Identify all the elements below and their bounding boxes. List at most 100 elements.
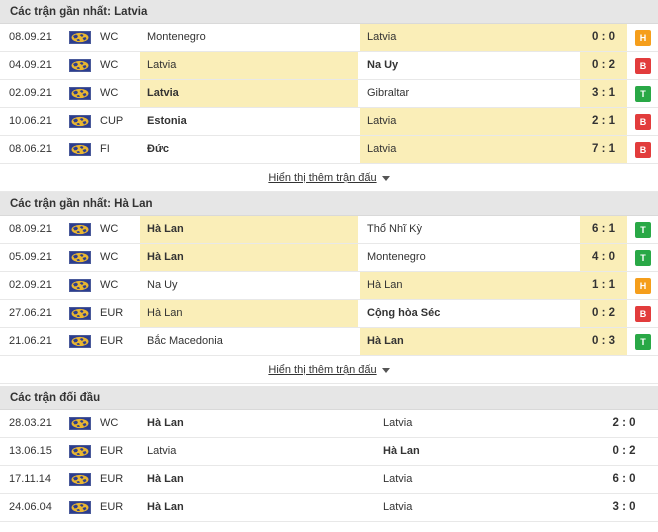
away-team[interactable]: Na Uy [360, 52, 580, 79]
match-date: 21.06.21 [9, 335, 52, 347]
home-team[interactable]: Latvia [140, 52, 358, 79]
competition-code: EUR [100, 473, 124, 485]
away-team[interactable]: Latvia [376, 410, 594, 437]
result-badge: B [635, 114, 651, 130]
caret-down-icon[interactable] [381, 367, 390, 373]
result-badge: T [635, 86, 651, 102]
away-team[interactable]: Gibraltar [360, 80, 580, 107]
result-badge: T [635, 222, 651, 238]
match-score: 4 : 0 [580, 244, 627, 271]
away-team[interactable]: Hà Lan [360, 328, 580, 355]
world-flag-icon [69, 417, 91, 430]
match-date: 17.11.14 [9, 473, 52, 485]
competition-code: WC [100, 251, 119, 263]
home-team[interactable]: Estonia [140, 108, 358, 135]
competition-code: EUR [100, 445, 124, 457]
world-flag-icon [69, 279, 91, 292]
match-date: 10.06.21 [9, 115, 52, 127]
section-title: Các trận gần nhất: Latvia [0, 0, 658, 24]
match-score: 0 : 3 [580, 328, 627, 355]
match-row[interactable]: 04.09.21 WC Latvia Na Uy 0 : 2 B [0, 52, 658, 80]
show-more-link[interactable]: Hiển thị thêm trận đấu [268, 364, 376, 376]
section-title: Các trận đối đầu [0, 386, 658, 410]
match-row[interactable]: 02.09.21 WC Latvia Gibraltar 3 : 1 T [0, 80, 658, 108]
away-team[interactable]: Hà Lan [360, 272, 580, 299]
away-team[interactable]: Thổ Nhĩ Kỳ [360, 216, 580, 243]
match-date: 08.06.21 [9, 143, 52, 155]
world-flag-icon [69, 223, 91, 236]
match-history-panel: Các trận gần nhất: Latvia 08.09.21 WC Monte… [0, 0, 658, 522]
result-badge: H [635, 278, 651, 294]
result-badge: B [635, 306, 651, 322]
home-team[interactable]: Hà Lan [140, 466, 374, 493]
match-row[interactable]: 17.11.14 EUR Hà Lan Latvia 6 : 0 [0, 466, 658, 494]
result-badge: T [635, 334, 651, 350]
away-team[interactable]: Latvia [360, 24, 580, 51]
match-score: 3 : 1 [580, 80, 627, 107]
match-date: 02.09.21 [9, 87, 52, 99]
show-more-row: Hiển thị thêm trận đấu [0, 164, 658, 192]
home-team[interactable]: Hà Lan [140, 300, 358, 327]
world-flag-icon [69, 473, 91, 486]
home-team[interactable]: Hà Lan [140, 494, 374, 521]
away-team[interactable]: Montenegro [360, 244, 580, 271]
world-flag-icon [69, 31, 91, 44]
world-flag-icon [69, 115, 91, 128]
competition-code: WC [100, 223, 119, 235]
home-team[interactable]: Montenegro [140, 24, 358, 51]
home-team[interactable]: Hà Lan [140, 410, 374, 437]
world-flag-icon [69, 59, 91, 72]
match-row[interactable]: 08.06.21 FI Đức Latvia 7 : 1 B [0, 136, 658, 164]
show-more-row: Hiển thị thêm trận đấu [0, 356, 658, 384]
match-score: 2 : 0 [612, 417, 636, 429]
away-team[interactable]: Hà Lan [376, 438, 594, 465]
match-score: 3 : 0 [612, 501, 636, 513]
match-row[interactable]: 10.06.21 CUP Estonia Latvia 2 : 1 B [0, 108, 658, 136]
match-score: 1 : 1 [580, 272, 627, 299]
match-row[interactable]: 24.06.04 EUR Hà Lan Latvia 3 : 0 [0, 494, 658, 522]
section-title: Các trận gần nhất: Hà Lan [0, 192, 658, 216]
match-date: 27.06.21 [9, 307, 52, 319]
match-row[interactable]: 27.06.21 EUR Hà Lan Cộng hòa Séc 0 : 2 B [0, 300, 658, 328]
competition-code: EUR [100, 307, 124, 319]
result-badge: B [635, 142, 651, 158]
home-team[interactable]: Hà Lan [140, 244, 358, 271]
match-date: 02.09.21 [9, 279, 52, 291]
home-team[interactable]: Đức [140, 136, 358, 163]
match-date: 28.03.21 [9, 417, 52, 429]
match-row[interactable]: 08.09.21 WC Montenegro Latvia 0 : 0 H [0, 24, 658, 52]
show-more-link[interactable]: Hiển thị thêm trận đấu [268, 172, 376, 184]
world-flag-icon [69, 251, 91, 264]
home-team[interactable]: Latvia [140, 438, 374, 465]
away-team[interactable]: Latvia [360, 136, 580, 163]
home-team[interactable]: Latvia [140, 80, 358, 107]
match-row[interactable]: 05.09.21 WC Hà Lan Montenegro 4 : 0 T [0, 244, 658, 272]
match-row[interactable]: 08.09.21 WC Hà Lan Thổ Nhĩ Kỳ 6 : 1 T [0, 216, 658, 244]
match-row[interactable]: 28.03.21 WC Hà Lan Latvia 2 : 0 [0, 410, 658, 438]
competition-code: WC [100, 417, 119, 429]
away-team[interactable]: Latvia [376, 494, 594, 521]
away-team[interactable]: Latvia [360, 108, 580, 135]
home-team[interactable]: Na Uy [140, 272, 358, 299]
match-row[interactable]: 13.06.15 EUR Latvia Hà Lan 0 : 2 [0, 438, 658, 466]
home-team[interactable]: Hà Lan [140, 216, 358, 243]
match-score: 0 : 2 [580, 52, 627, 79]
match-date: 04.09.21 [9, 59, 52, 71]
away-team[interactable]: Cộng hòa Séc [360, 300, 580, 327]
world-flag-icon [69, 143, 91, 156]
match-score: 7 : 1 [580, 136, 627, 163]
caret-down-icon[interactable] [381, 175, 390, 181]
match-date: 24.06.04 [9, 501, 52, 513]
competition-code: EUR [100, 335, 124, 347]
result-badge: T [635, 250, 651, 266]
world-flag-icon [69, 501, 91, 514]
match-score: 2 : 1 [580, 108, 627, 135]
away-team[interactable]: Latvia [376, 466, 594, 493]
match-row[interactable]: 02.09.21 WC Na Uy Hà Lan 1 : 1 H [0, 272, 658, 300]
home-team[interactable]: Bắc Macedonia [140, 328, 358, 355]
result-badge: B [635, 58, 651, 74]
match-score: 6 : 1 [580, 216, 627, 243]
competition-code: WC [100, 31, 119, 43]
match-row[interactable]: 21.06.21 EUR Bắc Macedonia Hà Lan 0 : 3 T [0, 328, 658, 356]
world-flag-icon [69, 87, 91, 100]
